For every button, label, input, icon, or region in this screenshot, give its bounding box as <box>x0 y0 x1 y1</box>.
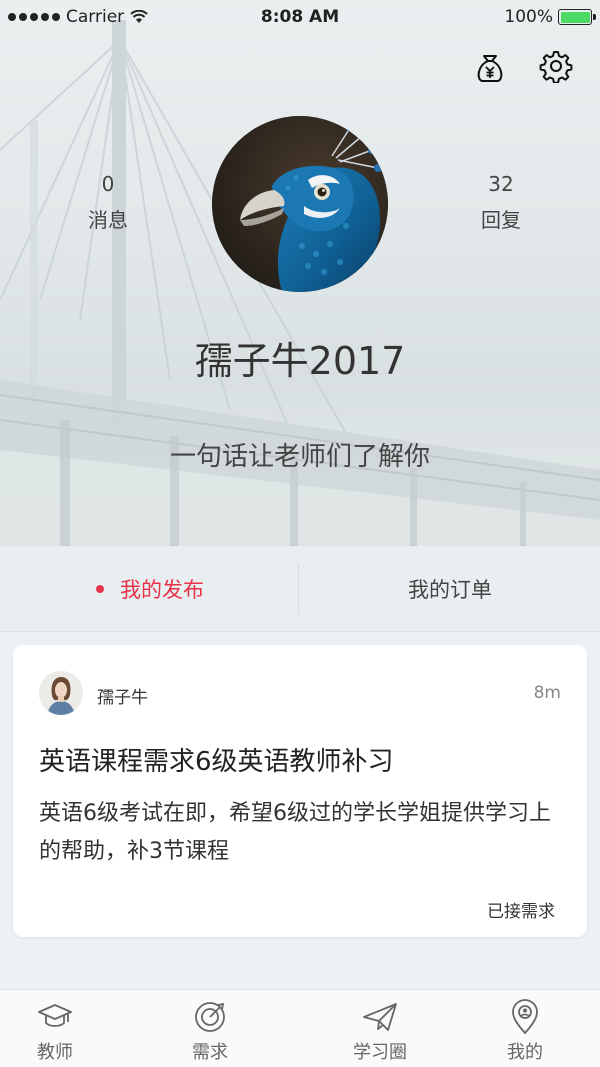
post-author-avatar[interactable] <box>39 671 83 715</box>
post-title: 英语课程需求6级英语教师补习 <box>39 747 394 777</box>
target-icon <box>195 1002 225 1032</box>
tabbar-label-study-circle: 学习圈 <box>353 1042 407 1063</box>
status-bar: Carrier 8:08 AM 100% <box>0 0 600 36</box>
messages-count: 0 <box>101 172 115 196</box>
tab-my-orders-label: 我的订单 <box>408 577 492 602</box>
wallet-button[interactable] <box>472 48 508 84</box>
messages-label: 消息 <box>88 208 128 232</box>
post-body: 英语6级考试在即，希望6级过的学长学姐提供学习上的帮助，补3节课程 <box>39 801 551 864</box>
post-status-label: 已接需求 <box>487 902 555 922</box>
woman-avatar-image <box>39 671 83 715</box>
profile-bio[interactable]: 一句话让老师们了解你 <box>0 436 600 473</box>
tabbar-item-study-circle[interactable]: 学习圈 <box>310 990 450 1067</box>
bottom-tab-bar: 教师 需求 学习圈 我的 <box>0 989 600 1067</box>
tabbar-item-teachers[interactable]: 教师 <box>0 990 110 1067</box>
tabbar-label-demands: 需求 <box>192 1042 228 1063</box>
replies-stat[interactable]: 32 回复 <box>441 172 561 233</box>
tabbar-item-demands[interactable]: 需求 <box>110 990 310 1067</box>
battery-icon <box>558 9 596 25</box>
profile-username: 孺子牛2017 <box>194 339 406 383</box>
battery-percent: 100% <box>504 7 553 27</box>
messages-stat[interactable]: 0 消息 <box>48 172 168 233</box>
gear-icon <box>539 51 573 83</box>
tabbar-item-mine[interactable]: 我的 <box>450 990 600 1067</box>
post-timestamp: 8m <box>533 683 561 703</box>
tabbar-label-mine: 我的 <box>507 1042 543 1063</box>
tabbar-label-teachers: 教师 <box>37 1042 73 1063</box>
avatar[interactable] <box>212 116 388 292</box>
graduation-cap-icon <box>38 1004 72 1027</box>
replies-label: 回复 <box>481 208 521 232</box>
peacock-avatar-image <box>212 116 388 292</box>
profile-pin-icon <box>512 999 538 1035</box>
tab-my-posts[interactable]: 我的发布 <box>0 546 300 631</box>
active-dot-indicator <box>96 584 104 593</box>
post-author-name[interactable]: 孺子牛 <box>97 683 148 708</box>
tab-my-orders[interactable]: 我的订单 <box>300 546 600 631</box>
post-card[interactable]: 孺子牛 8m 英语课程需求6级英语教师补习 英语6级考试在即，希望6级过的学长学… <box>13 645 587 937</box>
paper-plane-icon <box>363 1003 397 1031</box>
settings-button[interactable] <box>538 48 574 84</box>
tab-my-posts-label: 我的发布 <box>120 577 204 602</box>
replies-count: 32 <box>488 172 514 196</box>
segment-tabs: 我的发布 我的订单 <box>0 546 600 632</box>
profile-header: Carrier 8:08 AM 100% 0 消息 32 回复 孺子牛2017 … <box>0 0 600 546</box>
tab-divider <box>298 564 299 614</box>
money-bag-yen-icon <box>477 55 503 82</box>
